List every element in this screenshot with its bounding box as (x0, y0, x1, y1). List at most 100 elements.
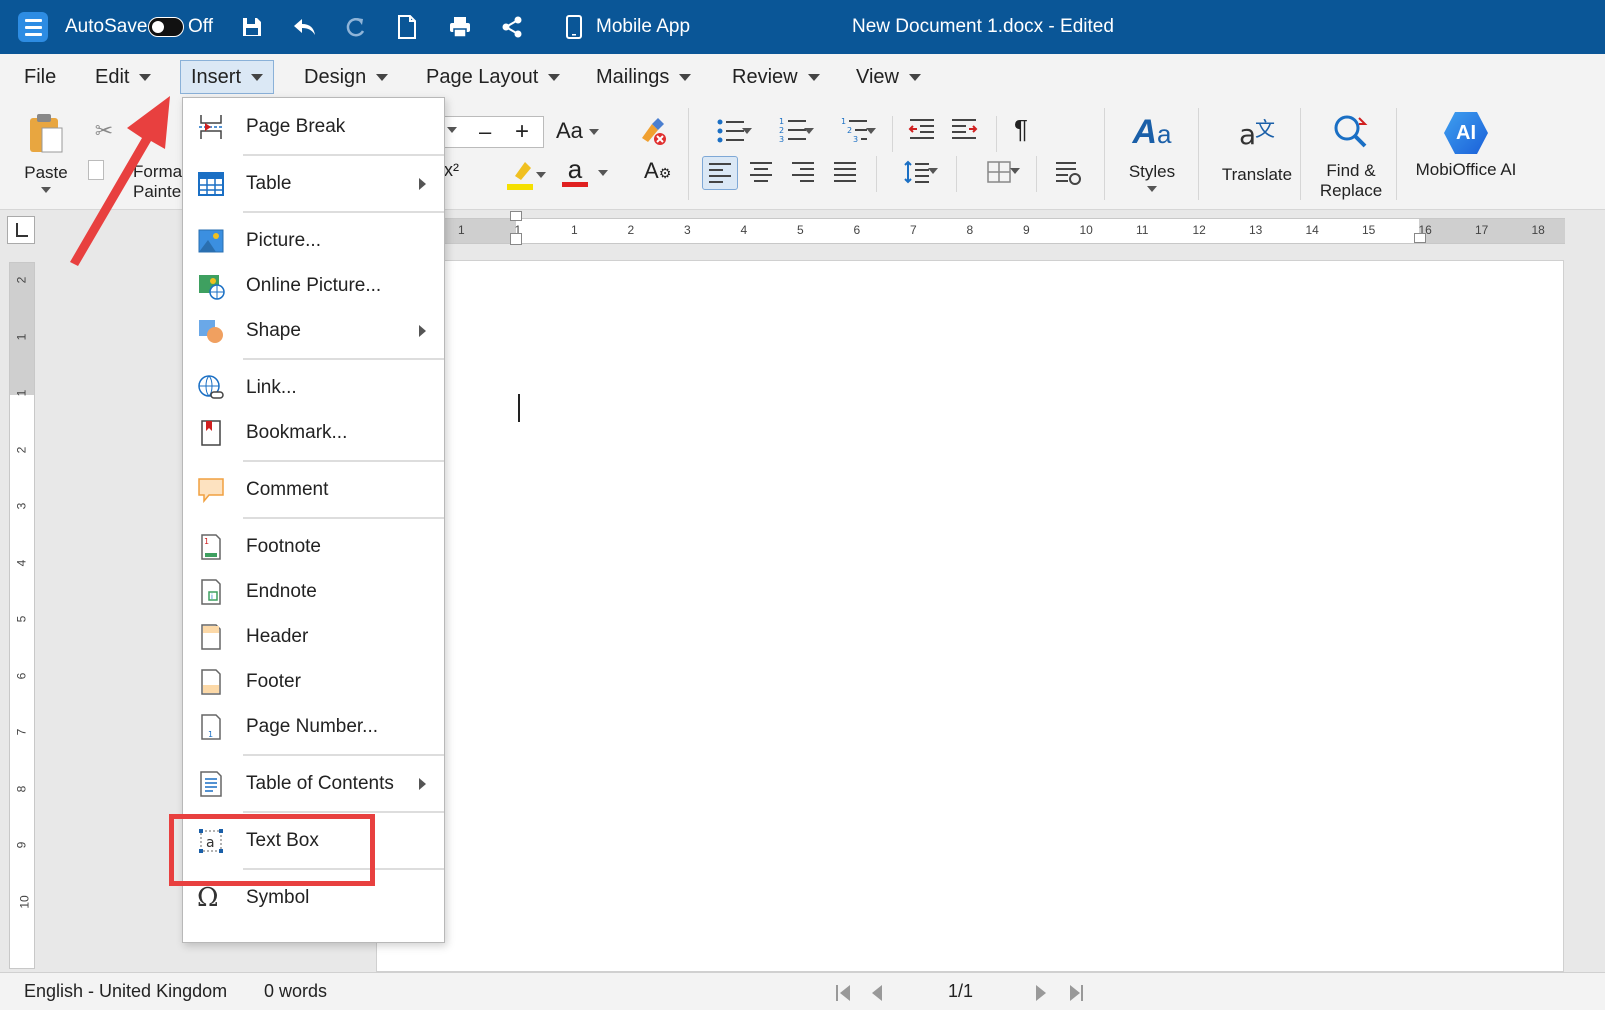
language-indicator[interactable]: English - United Kingdom (24, 981, 227, 1002)
show-formatting-marks-button[interactable]: ¶ (1014, 114, 1028, 145)
chevron-down-icon (376, 73, 389, 81)
menu-item-label: Footnote (246, 536, 321, 557)
menu-item-comment[interactable]: Comment (183, 468, 444, 512)
paste-button[interactable]: Paste (18, 112, 74, 193)
menu-file[interactable]: File (14, 60, 66, 94)
ai-hexagon-icon: AI (1444, 112, 1488, 154)
menu-item-bookmark[interactable]: Bookmark... (183, 411, 444, 455)
borders-button[interactable] (974, 160, 1024, 189)
justify-icon[interactable] (832, 160, 858, 189)
copy-icon[interactable] (88, 160, 104, 180)
clear-formatting-icon[interactable] (638, 118, 668, 151)
align-right-icon[interactable] (790, 160, 816, 189)
save-icon[interactable] (240, 0, 264, 54)
first-line-indent-marker[interactable] (510, 211, 522, 221)
styles-button[interactable]: Aa Styles (1122, 112, 1182, 192)
menu-item-table[interactable]: Table (183, 162, 444, 206)
mobioffice-ai-button[interactable]: AI MobiOffice AI (1406, 112, 1526, 180)
numbering-button[interactable]: 123 (768, 116, 818, 149)
bullets-button[interactable] (706, 118, 756, 149)
menu-review[interactable]: Review (722, 60, 830, 94)
app-menu-button[interactable] (18, 0, 48, 54)
font-size-stepper[interactable]: – + (440, 116, 544, 148)
menu-item-page-break[interactable]: Page Break (183, 105, 444, 149)
font-color-button[interactable]: a (562, 156, 612, 187)
font-settings-icon[interactable]: A⚙ (644, 158, 671, 184)
cut-icon[interactable]: ✂ (92, 118, 116, 144)
line-spacing-button[interactable] (892, 160, 942, 189)
highlighter-icon (507, 162, 533, 190)
first-page-icon[interactable] (840, 985, 850, 1001)
mobile-app-button[interactable]: Mobile App (566, 0, 690, 54)
menu-mailings[interactable]: Mailings (586, 60, 701, 94)
menu-item-header[interactable]: Header (183, 615, 444, 659)
paragraph-settings-icon[interactable] (1054, 160, 1082, 191)
ribbon-divider (688, 108, 689, 200)
autosave-label: AutoSave (65, 16, 148, 37)
ruler-number: 17 (1475, 223, 1489, 237)
redo-icon[interactable] (344, 0, 368, 54)
align-left-icon (709, 163, 731, 183)
menu-separator (243, 517, 444, 519)
increase-font-icon[interactable]: + (515, 118, 529, 146)
vertical-ruler[interactable]: 2 1 1 2 3 4 5 6 7 8 9 10 (9, 262, 35, 969)
menu-item-link[interactable]: Link... (183, 366, 444, 410)
superscript-button[interactable]: x² (444, 160, 459, 181)
previous-page-icon[interactable] (872, 985, 882, 1001)
menu-item-label: Table (246, 173, 292, 194)
find-replace-button[interactable]: Find & Replace (1306, 112, 1396, 201)
decrease-indent-icon[interactable] (908, 118, 936, 147)
menu-page-layout[interactable]: Page Layout (416, 60, 570, 94)
chevron-down-icon (139, 73, 152, 81)
translate-button[interactable]: a文 Translate (1212, 112, 1302, 185)
last-page-icon[interactable] (1070, 985, 1080, 1001)
styles-label: Styles (1128, 162, 1176, 181)
horizontal-ruler[interactable]: 1 1 1 2 3 4 5 6 7 8 9 10 11 12 13 14 15 16 17 18 (440, 211, 1565, 245)
new-document-icon[interactable] (397, 0, 417, 54)
left-indent-marker[interactable] (510, 233, 522, 245)
menu-item-footer[interactable]: Footer (183, 660, 444, 704)
document-page[interactable] (376, 260, 1564, 972)
menu-item-footnote[interactable]: 1 Footnote (183, 525, 444, 569)
right-indent-marker[interactable] (1414, 233, 1426, 243)
menu-item-picture[interactable]: Picture... (183, 219, 444, 263)
font-color-icon: a (567, 154, 583, 184)
menu-design[interactable]: Design (294, 60, 398, 94)
format-painter-button[interactable]: Format Painter (133, 162, 187, 202)
paste-label: Paste (24, 163, 68, 182)
hamburger-menu-icon[interactable] (18, 12, 48, 42)
format-painter-label-2: Painter (133, 182, 187, 201)
menu-item-label: Footer (246, 671, 301, 692)
next-page-icon[interactable] (1036, 985, 1046, 1001)
share-icon[interactable] (500, 0, 524, 54)
chevron-down-icon (536, 172, 546, 178)
menu-item-online-picture[interactable]: Online Picture... (183, 264, 444, 308)
menu-item-shape[interactable]: Shape (183, 309, 444, 353)
undo-icon[interactable] (292, 0, 318, 54)
menu-item-page-number[interactable]: 1 Page Number... (183, 705, 444, 749)
menu-item-table-of-contents[interactable]: Table of Contents (183, 762, 444, 806)
menu-edit[interactable]: Edit (85, 60, 161, 94)
chevron-down-icon (1147, 186, 1157, 192)
align-left-button[interactable] (702, 156, 738, 190)
chevron-down-icon (804, 128, 814, 134)
tab-stop-selector[interactable] (7, 216, 35, 244)
ruler-number: 2 (14, 446, 29, 453)
numbered-list-icon: 123 (779, 117, 806, 144)
document-title: New Document 1.docx - Edited (852, 16, 1114, 37)
autosave-toggle[interactable] (148, 0, 184, 54)
menu-insert[interactable]: Insert (180, 60, 275, 94)
menu-view[interactable]: View (846, 60, 931, 94)
print-icon[interactable] (448, 0, 472, 54)
ruler-number: 14 (1305, 223, 1319, 237)
align-center-icon[interactable] (748, 160, 774, 189)
increase-indent-icon[interactable] (950, 118, 978, 147)
highlight-color-button[interactable] (496, 158, 546, 197)
menu-item-endnote[interactable]: i Endnote (183, 570, 444, 614)
multilevel-list-button[interactable]: 123 (830, 116, 880, 149)
ribbon-divider (1198, 108, 1199, 200)
page-break-icon (199, 115, 223, 139)
change-case-button[interactable]: Aa (556, 118, 599, 144)
decrease-font-icon[interactable]: – (479, 119, 491, 145)
menu-item-label: Header (246, 626, 309, 647)
